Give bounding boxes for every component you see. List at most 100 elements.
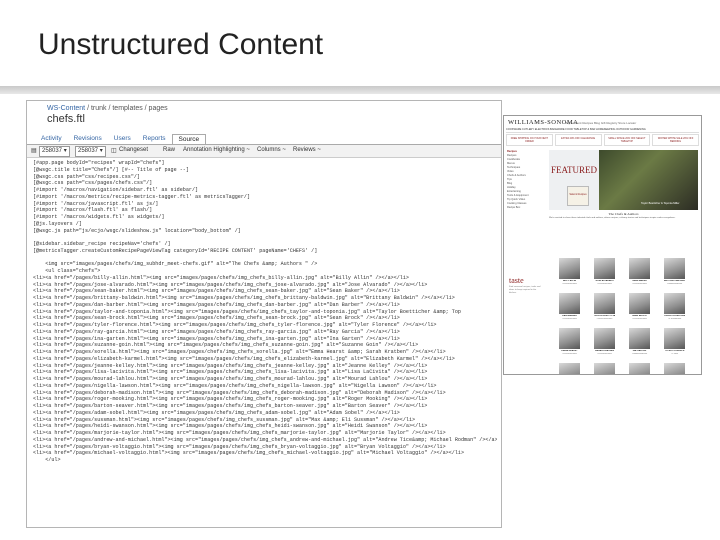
- chef-photo[interactable]: [664, 258, 685, 279]
- columns-menu[interactable]: Columns ~: [257, 147, 286, 153]
- code-viewer-window: WS-Content / trunk / templates / pages c…: [26, 100, 502, 528]
- code-line: <li><a href="/pages/jeanne-kelley.html">…: [33, 362, 428, 369]
- file-name: chefs.ftl: [47, 113, 85, 125]
- code-line: <li><a href="/pages/andrew-and-michael.h…: [33, 436, 497, 443]
- source-code[interactable]: [#app.page bodyId="recipes" wrapId="chef…: [33, 160, 497, 464]
- chef-photo[interactable]: [664, 363, 685, 374]
- chef-photo[interactable]: [559, 258, 580, 279]
- code-line: <li><a href="/pages/heidi-swanson.html">…: [33, 423, 428, 430]
- code-line: <img src="images/pages/chefs/img_subhdr_…: [33, 261, 318, 268]
- breadcrumb: WS-Content / trunk / templates / pages: [47, 105, 168, 112]
- chef-card[interactable]: CHRISTOPHER KIMBALLTV Host/Author: [664, 293, 685, 320]
- code-line: [@wsgc.css path="css/recipes.css"/]: [33, 173, 140, 180]
- chef-card[interactable]: SEAN BROCK Chef/Restaurant: [629, 293, 650, 320]
- code-line: [@wsgc.title title="Chefs"/] [#-- Title …: [33, 166, 189, 173]
- breadcrumb-path[interactable]: / trunk / templates / pages: [87, 105, 168, 112]
- chef-photo[interactable]: [559, 363, 580, 374]
- chef-card[interactable]: TAYLOR BOETTICHER & TOPONIA MILLERChefs/…: [594, 293, 615, 320]
- code-line: <li><a href="/pages/ray-garcia.html"><im…: [33, 328, 400, 335]
- chef-photo[interactable]: [594, 363, 615, 374]
- chef-role: Chef/Restaurant: [562, 282, 577, 285]
- code-line: <li><a href="/pages/tyler-florence.html"…: [33, 322, 437, 328]
- chef-photo[interactable]: [594, 258, 615, 279]
- promo-strip: FREE SHIPPING ON YOUR NEXT ORDER EXTRA 2…: [506, 134, 699, 146]
- code-line: <li><a href="/pages/billy-allin.html"><i…: [33, 274, 409, 281]
- chef-role: Chef/Restaurant: [597, 282, 612, 285]
- chef-photo[interactable]: [559, 293, 580, 314]
- code-line: <li><a href="/pages/mourad-lahlou.html">…: [33, 376, 428, 382]
- chef-card[interactable]: EMMA HEARST Chef/Restaurant: [559, 328, 580, 355]
- chef-photo[interactable]: [664, 328, 685, 349]
- code-line: <li><a href="/pages/elizabeth-karmel.htm…: [33, 355, 455, 362]
- code-line: [#import '/macros/javascript.ftl' as js/…: [33, 200, 159, 207]
- chef-card[interactable]: ROGER MOOKINGChef/TV Host: [664, 363, 685, 374]
- annotation-highlighting-menu[interactable]: Annotation Highlighting ~: [183, 147, 250, 153]
- side-nav-item[interactable]: Recipe Box: [507, 206, 545, 210]
- promo-banner: SMALL SPACE 20% OFF SELECT TABLETOP: [603, 134, 651, 146]
- chef-photo[interactable]: [629, 363, 650, 374]
- code-line: [#import '/macros/flash.ftl' as flash/]: [33, 207, 153, 214]
- view-tabs: Activity Revisions Users Reports Source: [35, 134, 207, 145]
- revision-a-value: 258037: [42, 148, 63, 154]
- tab-users[interactable]: Users: [108, 134, 137, 144]
- raw-button[interactable]: Raw: [163, 147, 175, 153]
- code-line: <li><a href="/pages/bryan-voltaggio.html…: [33, 443, 446, 450]
- code-line: <li><a href="/pages/adam-sobel.html"><im…: [33, 409, 400, 416]
- reviews-menu[interactable]: Reviews ~: [293, 147, 321, 153]
- code-line: [#import '/macros/metrics/recipe-metrics…: [33, 193, 251, 200]
- chef-card[interactable]: SUZANNE GOINChef/Restaurant: [629, 363, 650, 374]
- chef-photo[interactable]: [559, 328, 580, 349]
- promo-banner: EXTRA 20% OFF CLEARANCE: [554, 134, 602, 146]
- code-line: <li><a href="/pages/suzanne-goin.html"><…: [33, 342, 419, 349]
- revision-a-select[interactable]: 258037 ▾: [39, 146, 70, 157]
- chef-role: TV Host/Author: [667, 317, 682, 320]
- changeset-button[interactable]: Changeset: [119, 147, 148, 153]
- changeset-icon: ◫: [111, 148, 117, 154]
- breadcrumb-root-link[interactable]: WS-Content: [47, 105, 85, 112]
- chef-card[interactable]: BILLY ALLIN Chef/Restaurant: [559, 258, 580, 285]
- website-screenshot: WILLIAMS-SONOMA My Account Recipes Blog …: [503, 115, 702, 375]
- chef-photo[interactable]: [594, 328, 615, 349]
- file-icon: ▤: [31, 148, 37, 154]
- chef-card[interactable]: BRITTANY BALDWIN Cookbook Author: [664, 258, 685, 285]
- code-line: <li><a href="/pages/taylor-and-toponia.h…: [33, 308, 461, 315]
- chef-card[interactable]: AARON SANCHEZChef/Restaurant: [594, 363, 615, 374]
- chef-role: Chef/Restaurant: [562, 317, 577, 320]
- chef-photo[interactable]: [629, 328, 650, 349]
- code-line: <li><a href="/pages/jose-alvarado.html">…: [33, 281, 428, 288]
- chef-role: Cookbook Author: [631, 352, 648, 355]
- slide-title: Unstructured Content: [38, 28, 324, 61]
- code-line: [@wsgc.js path="js/ecjo/wsgc/slideshow.j…: [33, 227, 241, 234]
- chef-card[interactable]: CHRIS COSENTINOChef/Restaurant: [559, 363, 580, 374]
- chef-card[interactable]: TYLER FLORENCE TV Host: [664, 328, 685, 355]
- category-nav: COOKWARE CUTLERY ELECTRICS BAKEWARE FOOD…: [506, 128, 699, 133]
- code-line: <li><a href="/pages/barton-seaver.html">…: [33, 403, 428, 409]
- hero-book: Salumi Recipes: [567, 186, 589, 206]
- code-line: <li><a href="/pages/nigella-lawson.html"…: [33, 382, 437, 389]
- code-line: <li><a href="/pages/brittany-baldwin.htm…: [33, 295, 455, 301]
- chef-card[interactable]: SEAN BAKER Chef/Restaurant: [629, 258, 650, 285]
- chef-role: TV Host: [670, 352, 679, 355]
- chef-photo[interactable]: [629, 258, 650, 279]
- code-line: <li><a href="/pages/sean-brock.html"><im…: [33, 315, 400, 322]
- code-line: <li><a href="/pages/dan-barber.html"><im…: [33, 301, 400, 308]
- promo-banner: FREE SHIPPING ON YOUR NEXT ORDER: [506, 134, 553, 146]
- code-line: <li><a href="/pages/sorella.html"><img s…: [33, 349, 446, 355]
- chef-card[interactable]: SARAH KRATBEN Chef/Restaurant: [594, 328, 615, 355]
- chef-photo[interactable]: [629, 293, 650, 314]
- tab-activity[interactable]: Activity: [35, 134, 68, 144]
- tab-reports[interactable]: Reports: [137, 134, 172, 144]
- code-line: <li><a href="/pages/michael-voltaggio.ht…: [33, 450, 465, 457]
- revision-b-select[interactable]: 258037 ▾: [75, 146, 106, 157]
- chef-photo[interactable]: [594, 293, 615, 314]
- code-line: [@sidebar.sidebar_recipe recipeNav='chef…: [33, 241, 171, 247]
- chef-role: Chef/Restaurant: [562, 352, 577, 355]
- section-heading: The Chefs & Authors: [608, 212, 639, 216]
- chef-card[interactable]: JOSE ALVARADO Chef/Restaurant: [594, 258, 615, 285]
- chef-card[interactable]: INA GARTEN Cookbook Author: [629, 328, 650, 355]
- chef-card[interactable]: DAN BARBER Chef/Restaurant: [559, 293, 580, 320]
- tab-revisions[interactable]: Revisions: [68, 134, 108, 144]
- code-line: <li><a href="/pages/roger-mooking.html">…: [33, 396, 428, 403]
- chef-photo[interactable]: [664, 293, 685, 314]
